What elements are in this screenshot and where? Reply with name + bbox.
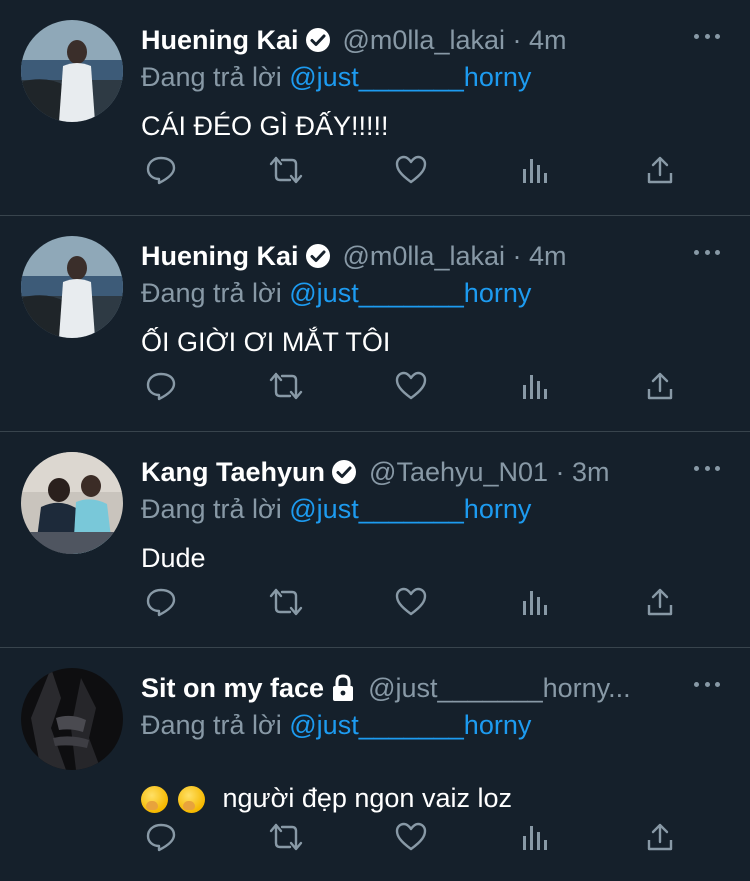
reply-context: Đang trả lời @just_______horny [141,276,730,310]
display-name[interactable]: Kang Taehyun [141,457,325,488]
reply-prefix: Đang trả lời [141,494,290,524]
share-icon[interactable] [640,582,680,622]
display-name[interactable]: Huening Kai [141,241,299,272]
handle-and-time[interactable]: @m0lla_lakai · 4m [343,25,567,56]
reply-prefix: Đang trả lời [141,62,290,92]
hand-over-mouth-emoji-icon [141,786,168,814]
like-icon[interactable] [391,582,431,622]
reply-to-link[interactable]: @just_______horny [289,710,531,740]
share-icon[interactable] [640,150,680,190]
reply-icon[interactable] [141,582,181,622]
reply-context: Đang trả lời @just_______horny [141,492,730,526]
reply-to-link[interactable]: @just_______horny [289,278,531,308]
tweet-actions [141,582,680,622]
more-icon[interactable] [694,680,720,688]
tweet[interactable]: Kang Taehyun @Taehyu_N01 · 3m Đang trả l… [0,432,750,648]
lock-icon [330,674,356,702]
share-icon[interactable] [640,366,680,406]
reply-context: Đang trả lời @just_______horny [141,60,730,94]
reply-to-link[interactable]: @just_______horny [289,62,531,92]
avatar[interactable] [21,668,123,770]
analytics-icon[interactable] [515,817,555,857]
like-icon[interactable] [391,366,431,406]
tweet[interactable]: Sit on my face @just_______horny... Đang… [0,648,750,881]
tweet-feed: Huening Kai @m0lla_lakai · 4m Đang trả l… [0,0,750,881]
more-icon[interactable] [694,32,720,40]
handle-and-time[interactable]: @just_______horny... [368,673,631,704]
retweet-icon[interactable] [266,582,306,622]
more-icon[interactable] [694,464,720,472]
verified-badge-icon [305,27,331,53]
like-icon[interactable] [391,150,431,190]
tweet-actions [141,150,680,190]
reply-icon[interactable] [141,817,181,857]
tweet-text: người đẹp ngon vaiz loz [141,780,730,816]
reply-context: Đang trả lời @just_______horny [141,708,730,742]
more-icon[interactable] [694,248,720,256]
tweet-actions [141,366,680,406]
reply-prefix: Đang trả lời [141,278,290,308]
tweet-actions [141,817,680,857]
avatar[interactable] [21,452,123,554]
avatar[interactable] [21,20,123,122]
verified-badge-icon [305,243,331,269]
hand-over-mouth-emoji-icon [178,786,205,814]
tweet[interactable]: Huening Kai @m0lla_lakai · 4m Đang trả l… [0,216,750,432]
tweet-text: Dude [141,543,206,573]
retweet-icon[interactable] [266,817,306,857]
handle-and-time[interactable]: @Taehyu_N01 · 3m [369,457,610,488]
analytics-icon[interactable] [515,150,555,190]
analytics-icon[interactable] [515,582,555,622]
display-name[interactable]: Huening Kai [141,25,299,56]
tweet-text: CÁI ĐÉO GÌ ĐẤY!!!!! [141,111,389,141]
retweet-icon[interactable] [266,150,306,190]
handle-and-time[interactable]: @m0lla_lakai · 4m [343,241,567,272]
tweet[interactable]: Huening Kai @m0lla_lakai · 4m Đang trả l… [0,0,750,216]
avatar[interactable] [21,236,123,338]
like-icon[interactable] [391,817,431,857]
verified-badge-icon [331,459,357,485]
tweet-text: ỐI GIỜI ƠI MẮT TÔI [141,327,391,357]
share-icon[interactable] [640,817,680,857]
reply-icon[interactable] [141,366,181,406]
display-name[interactable]: Sit on my face [141,673,324,704]
analytics-icon[interactable] [515,366,555,406]
reply-icon[interactable] [141,150,181,190]
retweet-icon[interactable] [266,366,306,406]
tweet-text-body: người đẹp ngon vaiz loz [222,783,512,813]
reply-to-link[interactable]: @just_______horny [289,494,531,524]
reply-prefix: Đang trả lời [141,710,290,740]
